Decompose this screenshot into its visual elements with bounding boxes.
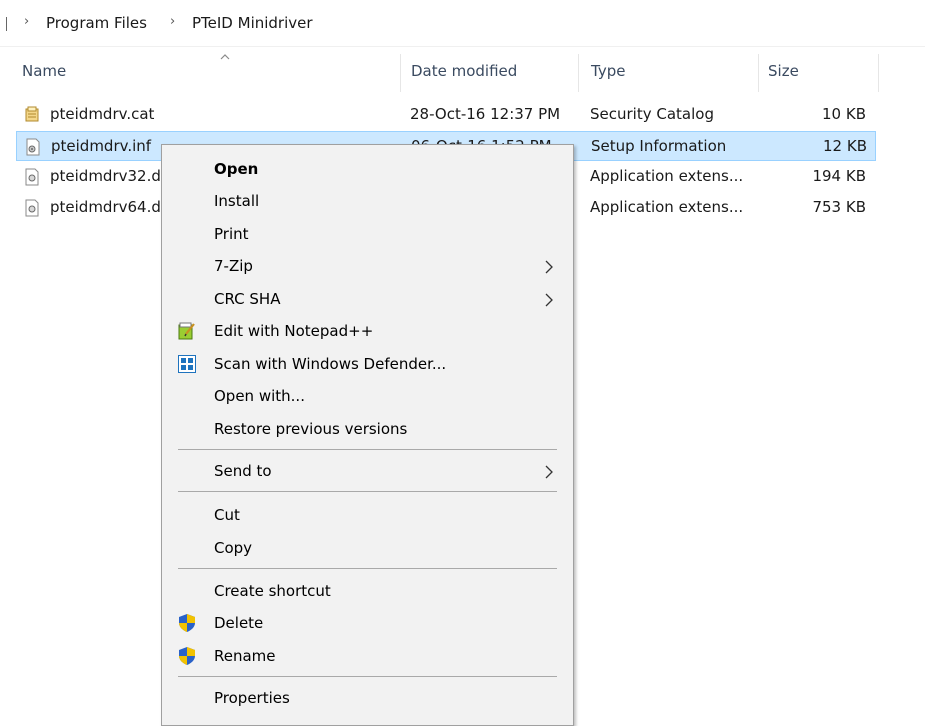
menu-item-cut[interactable]: Cut [162,499,573,531]
menu-item-print[interactable]: Print [162,218,573,250]
menu-item-open-with[interactable]: Open with... [162,380,573,412]
file-size: 12 KB [823,137,867,155]
chevron-right-icon [545,293,553,307]
security-catalog-icon [25,106,39,122]
chevron-right-icon [545,260,553,274]
menu-item-label: Print [214,225,249,243]
breadcrumb: › Program Files › PTeID Minidriver [0,0,925,47]
menu-separator [178,568,557,569]
file-name: pteidmdrv32.dll [50,167,170,185]
chevron-right-icon[interactable]: › [24,14,29,29]
menu-item-label: Open with... [214,387,305,405]
menu-item-create-shortcut[interactable]: Create shortcut [162,575,573,607]
breadcrumb-item-pteid-minidriver[interactable]: PTeID Minidriver [192,14,313,32]
menu-item-label: CRC SHA [214,290,281,308]
menu-item-properties[interactable]: Properties [162,682,573,714]
file-size: 753 KB [812,198,866,216]
file-row-pteidmdrv-cat[interactable]: pteidmdrv.cat 28-Oct-16 12:37 PM Securit… [16,100,876,130]
menu-item-7zip[interactable]: 7-Zip [162,250,573,282]
menu-item-label: Restore previous versions [214,420,408,438]
menu-separator [178,449,557,450]
file-type: Application extens... [590,198,744,216]
menu-item-delete[interactable]: Delete [162,607,573,639]
menu-item-restore-versions[interactable]: Restore previous versions [162,413,573,445]
column-header-size[interactable]: Size [768,62,799,80]
column-header: Name Date modified Type Size [0,48,925,94]
menu-item-label: Delete [214,614,264,632]
menu-item-label: Install [214,192,260,210]
uac-shield-icon [179,614,195,632]
menu-item-copy[interactable]: Copy [162,532,573,564]
menu-item-label: Copy [214,539,253,557]
chevron-right-icon [545,465,553,479]
file-name: pteidmdrv64.dll [50,198,170,216]
file-type: Security Catalog [590,105,714,123]
file-name: pteidmdrv.cat [50,105,155,123]
menu-separator [178,676,557,677]
file-size: 10 KB [822,105,866,123]
menu-item-scan-defender[interactable]: Scan with Windows Defender... [162,348,573,380]
notepad-plus-plus-icon [178,322,195,340]
menu-item-label: Rename [214,647,276,665]
application-extension-icon [25,168,39,186]
menu-item-install[interactable]: Install [162,185,573,217]
menu-item-label: Cut [214,506,240,524]
windows-defender-icon [178,355,196,373]
file-type: Application extens... [590,167,744,185]
sort-ascending-icon [220,54,230,60]
file-date: 28-Oct-16 12:37 PM [410,105,561,123]
menu-item-send-to[interactable]: Send to [162,455,573,487]
menu-item-crc-sha[interactable]: CRC SHA [162,283,573,315]
application-extension-icon [25,199,39,217]
menu-item-label: Send to [214,462,272,480]
menu-item-edit-notepad[interactable]: Edit with Notepad++ [162,315,573,347]
menu-item-label: Properties [214,689,290,707]
chevron-right-icon[interactable]: › [170,14,175,29]
column-header-date[interactable]: Date modified [411,62,517,80]
menu-item-label: Scan with Windows Defender... [214,355,447,373]
column-divider[interactable] [400,54,401,92]
menu-item-label: Create shortcut [214,582,331,600]
context-menu: Open Install Print 7-Zip CRC SHA Edit wi… [161,144,574,726]
column-divider[interactable] [878,54,879,92]
file-name: pteidmdrv.inf [51,137,152,155]
menu-item-label: Edit with Notepad++ [214,322,374,340]
breadcrumb-edge [6,17,7,31]
menu-item-label: 7-Zip [214,257,253,275]
breadcrumb-item-program-files[interactable]: Program Files [46,14,147,32]
menu-item-rename[interactable]: Rename [162,640,573,672]
file-size: 194 KB [812,167,866,185]
column-header-name[interactable]: Name [22,62,66,80]
uac-shield-icon [179,647,195,665]
column-divider[interactable] [758,54,759,92]
column-header-type[interactable]: Type [591,62,625,80]
menu-item-open[interactable]: Open [162,153,573,185]
column-divider[interactable] [578,54,579,92]
setup-information-icon [26,138,40,156]
menu-separator [178,491,557,492]
menu-item-label: Open [214,160,259,178]
file-type: Setup Information [591,137,727,155]
